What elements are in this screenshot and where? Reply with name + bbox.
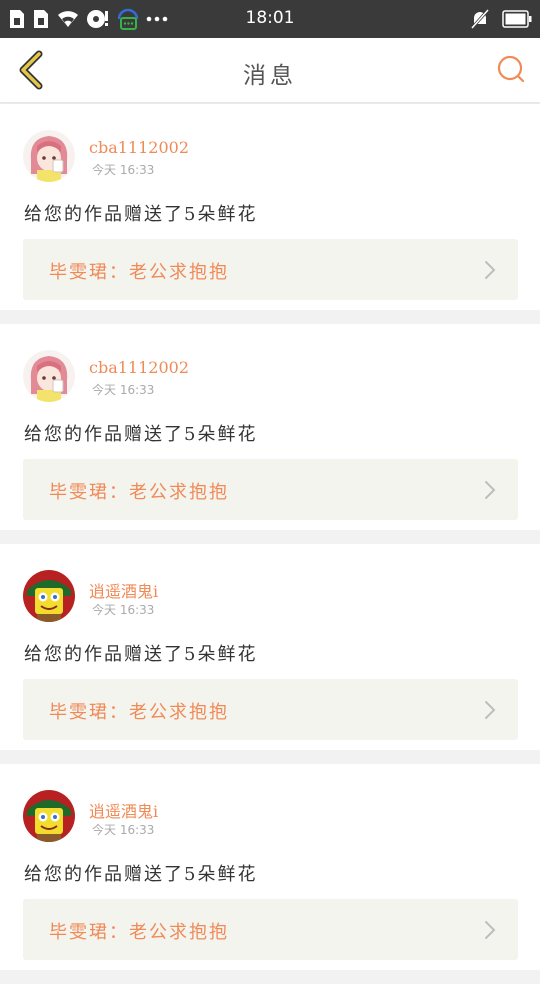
work-link[interactable]: 毕雯珺：老公求抱抱 <box>23 679 518 740</box>
search-icon <box>497 55 525 83</box>
message-text: 给您的作品赠送了5朵鲜花 <box>24 424 258 445</box>
status-time: 18:01 <box>245 8 295 28</box>
username[interactable]: 逍遥酒鬼i <box>89 798 158 822</box>
chevron-right-icon <box>485 921 496 939</box>
username[interactable]: cba1112002 <box>89 138 189 157</box>
spongebob-avatar-icon <box>23 790 75 842</box>
spongebob-avatar-icon <box>23 570 75 622</box>
avatar[interactable] <box>23 790 75 842</box>
message-card: cba1112002 今天 16:33 给您的作品赠送了5朵鲜花 毕雯珺：老公求… <box>0 104 540 310</box>
work-title: 毕雯珺：老公求抱抱 <box>49 262 229 283</box>
anime-girl-avatar-icon <box>23 130 75 182</box>
work-title: 毕雯珺：老公求抱抱 <box>49 922 229 943</box>
avatar[interactable] <box>23 130 75 182</box>
message-text: 给您的作品赠送了5朵鲜花 <box>24 644 258 665</box>
work-title: 毕雯珺：老公求抱抱 <box>49 482 229 503</box>
timestamp: 今天 16:33 <box>92 603 155 617</box>
message-text: 给您的作品赠送了5朵鲜花 <box>24 204 258 225</box>
mute-icon <box>470 8 490 30</box>
chevron-right-icon <box>485 481 496 499</box>
timestamp: 今天 16:33 <box>92 823 155 837</box>
search-button[interactable] <box>494 52 528 86</box>
avatar[interactable] <box>23 570 75 622</box>
chevron-right-icon <box>485 701 496 719</box>
username[interactable]: cba1112002 <box>89 358 189 377</box>
message-text: 给您的作品赠送了5朵鲜花 <box>24 864 258 885</box>
message-list: cba1112002 今天 16:33 给您的作品赠送了5朵鲜花 毕雯珺：老公求… <box>0 104 540 984</box>
message-card: cba1112002 今天 16:33 给您的作品赠送了5朵鲜花 毕雯珺：老公求… <box>0 324 540 530</box>
status-right-icons <box>470 6 532 32</box>
message-card: 逍遥酒鬼i 今天 16:33 给您的作品赠送了5朵鲜花 毕雯珺：老公求抱抱 <box>0 544 540 750</box>
anime-girl-avatar-icon <box>23 350 75 402</box>
status-bar: 18:01 <box>0 0 540 38</box>
timestamp: 今天 16:33 <box>92 383 155 397</box>
nav-bar: 消息 <box>0 38 540 103</box>
work-link[interactable]: 毕雯珺：老公求抱抱 <box>23 899 518 960</box>
page-title: 消息 <box>243 63 297 89</box>
battery-icon <box>502 10 532 28</box>
username[interactable]: 逍遥酒鬼i <box>89 578 158 602</box>
work-title: 毕雯珺：老公求抱抱 <box>49 702 229 723</box>
avatar[interactable] <box>23 350 75 402</box>
chevron-right-icon <box>485 261 496 279</box>
work-link[interactable]: 毕雯珺：老公求抱抱 <box>23 239 518 300</box>
timestamp: 今天 16:33 <box>92 163 155 177</box>
work-link[interactable]: 毕雯珺：老公求抱抱 <box>23 459 518 520</box>
message-card: 逍遥酒鬼i 今天 16:33 给您的作品赠送了5朵鲜花 毕雯珺：老公求抱抱 <box>0 764 540 970</box>
